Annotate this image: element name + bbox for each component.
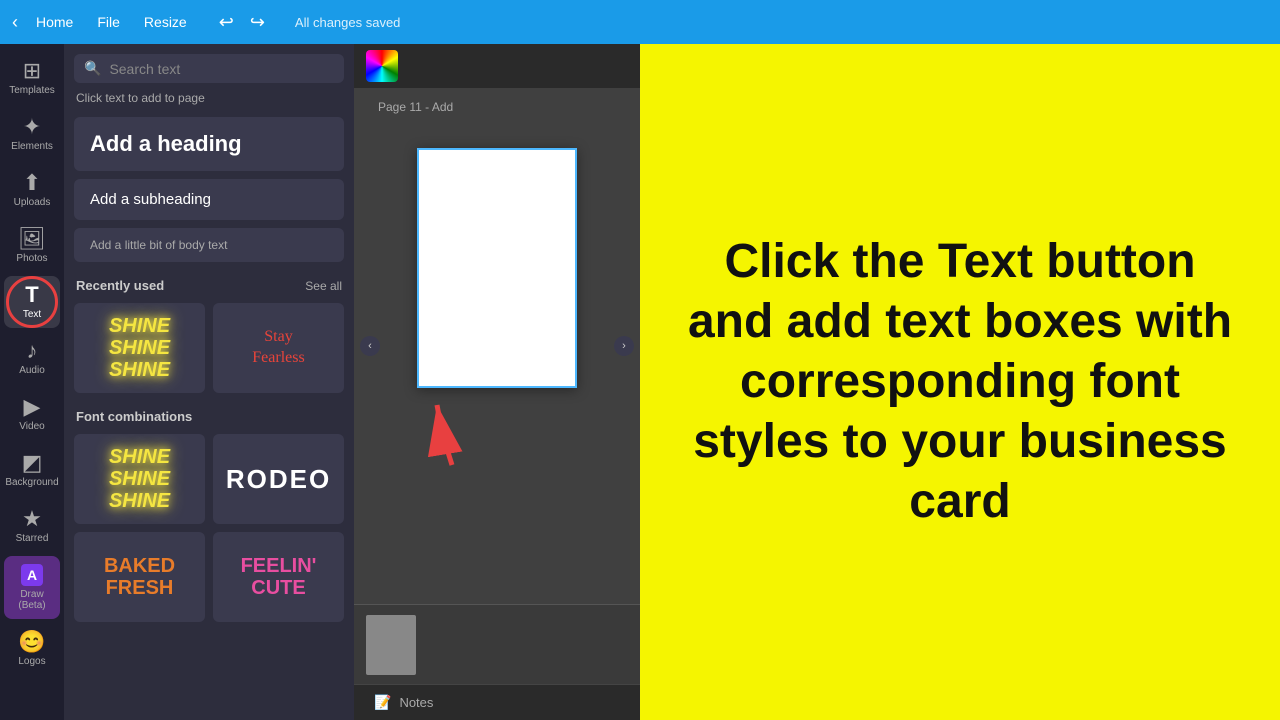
page-canvas: [417, 148, 577, 388]
font-card-stay-fearless[interactable]: StayFearless: [213, 303, 344, 393]
save-status: All changes saved: [295, 15, 401, 30]
audio-icon: ♪: [27, 340, 38, 362]
sidebar-item-logos[interactable]: 😊 Logos: [4, 623, 60, 675]
font-card-shine-combo[interactable]: SHINESHINESHINE: [74, 434, 205, 524]
sidebar-item-text[interactable]: T Text: [4, 276, 60, 328]
feelin-cute-text: FEELIN'CUTE: [241, 555, 317, 599]
canvas-area: Page 11 - Add ‹ › 📝: [354, 44, 640, 720]
font-card-baked-fresh[interactable]: BAKEDFRESH: [74, 532, 205, 622]
sidebar-item-uploads[interactable]: ⬆ Uploads: [4, 164, 60, 216]
topbar-nav: ‹ Home File Resize: [12, 10, 197, 34]
canvas-toolbar: [354, 44, 640, 88]
home-button[interactable]: Home: [26, 10, 83, 34]
font-combinations-label: Font combinations: [76, 409, 192, 424]
search-input[interactable]: [109, 61, 334, 77]
shine-text-combo: SHINESHINESHINE: [109, 446, 170, 512]
add-subheading-button[interactable]: Add a subheading: [74, 179, 344, 220]
sidebar-item-starred[interactable]: ★ Starred: [4, 500, 60, 552]
sidebar-item-audio[interactable]: ♪ Audio: [4, 332, 60, 384]
sidebar-item-video[interactable]: ▶ Video: [4, 388, 60, 440]
baked-fresh-text: BAKEDFRESH: [104, 555, 175, 599]
rodeo-text: RODEO: [226, 464, 331, 495]
add-body-button[interactable]: Add a little bit of body text: [74, 228, 344, 262]
shine-text-recent: SHINESHINESHINE: [109, 315, 170, 381]
logos-icon: 😊: [18, 631, 45, 653]
font-card-rodeo[interactable]: RODEO: [213, 434, 344, 524]
thumbnail-strip: [354, 604, 640, 684]
uploads-icon: ⬆: [23, 172, 41, 194]
background-icon: ◩: [22, 452, 43, 474]
collapse-panel-arrow[interactable]: ‹: [360, 336, 380, 356]
redo-button[interactable]: ↪: [244, 8, 271, 37]
undo-button[interactable]: ↩: [213, 8, 240, 37]
text-icon: T: [25, 284, 38, 306]
photos-icon: 🖼: [18, 228, 46, 250]
add-heading-button[interactable]: Add a heading: [74, 117, 344, 171]
text-panel: 🔍 Click text to add to page Add a headin…: [64, 44, 354, 720]
sidebar-item-elements[interactable]: ✦ Elements: [4, 108, 60, 160]
sidebar-item-text-wrapper: T Text: [4, 276, 60, 328]
sidebar-item-photos[interactable]: 🖼 Photos: [4, 220, 60, 272]
templates-icon: ⊞: [23, 60, 41, 82]
undo-redo-group: ↩ ↪: [213, 8, 271, 37]
font-combinations-grid: SHINESHINESHINE RODEO BAKEDFRESH FEELIN'…: [64, 430, 354, 626]
click-text-label: Click text to add to page: [64, 91, 354, 113]
font-card-feelin-cute[interactable]: FEELIN'CUTE: [213, 532, 344, 622]
back-arrow-icon[interactable]: ‹: [12, 12, 18, 33]
notes-bar: 📝 Notes: [354, 684, 640, 720]
video-icon: ▶: [24, 396, 41, 418]
stay-fearless-text: StayFearless: [252, 327, 304, 369]
font-combinations-header: Font combinations: [64, 397, 354, 430]
right-panel: Click the Text button and add text boxes…: [640, 44, 1280, 720]
color-swatch[interactable]: [366, 50, 398, 82]
topbar: ‹ Home File Resize ↩ ↪ All changes saved: [0, 0, 1280, 44]
recently-used-label: Recently used: [76, 278, 164, 293]
see-all-button[interactable]: See all: [305, 279, 342, 293]
notes-label[interactable]: Notes: [399, 695, 433, 710]
sidebar-item-templates[interactable]: ⊞ Templates: [4, 52, 60, 104]
page-label: Page 11 - Add: [378, 100, 453, 114]
file-button[interactable]: File: [87, 10, 130, 34]
elements-icon: ✦: [23, 116, 41, 138]
main-area: ⊞ Templates ✦ Elements ⬆ Uploads 🖼 Photo…: [0, 44, 1280, 720]
canvas-content: Page 11 - Add ‹ ›: [354, 88, 640, 604]
recently-used-grid: SHINESHINESHINE StayFearless: [64, 299, 354, 397]
sidebar-icons: ⊞ Templates ✦ Elements ⬆ Uploads 🖼 Photo…: [0, 44, 64, 720]
page-thumbnail[interactable]: [366, 615, 416, 675]
search-bar[interactable]: 🔍: [74, 54, 344, 83]
resize-button[interactable]: Resize: [134, 10, 197, 34]
search-icon: 🔍: [84, 60, 101, 77]
instruction-text: Click the Text button and add text boxes…: [680, 232, 1240, 532]
sidebar-item-draw[interactable]: A Draw (Beta): [4, 556, 60, 619]
sidebar-item-background[interactable]: ◩ Background: [4, 444, 60, 496]
notes-icon: 📝: [374, 694, 391, 711]
expand-panel-arrow[interactable]: ›: [614, 336, 634, 356]
starred-icon: ★: [22, 508, 42, 530]
font-card-shine-recent[interactable]: SHINESHINESHINE: [74, 303, 205, 393]
recently-used-header: Recently used See all: [64, 266, 354, 299]
draw-icon: A: [21, 564, 43, 586]
